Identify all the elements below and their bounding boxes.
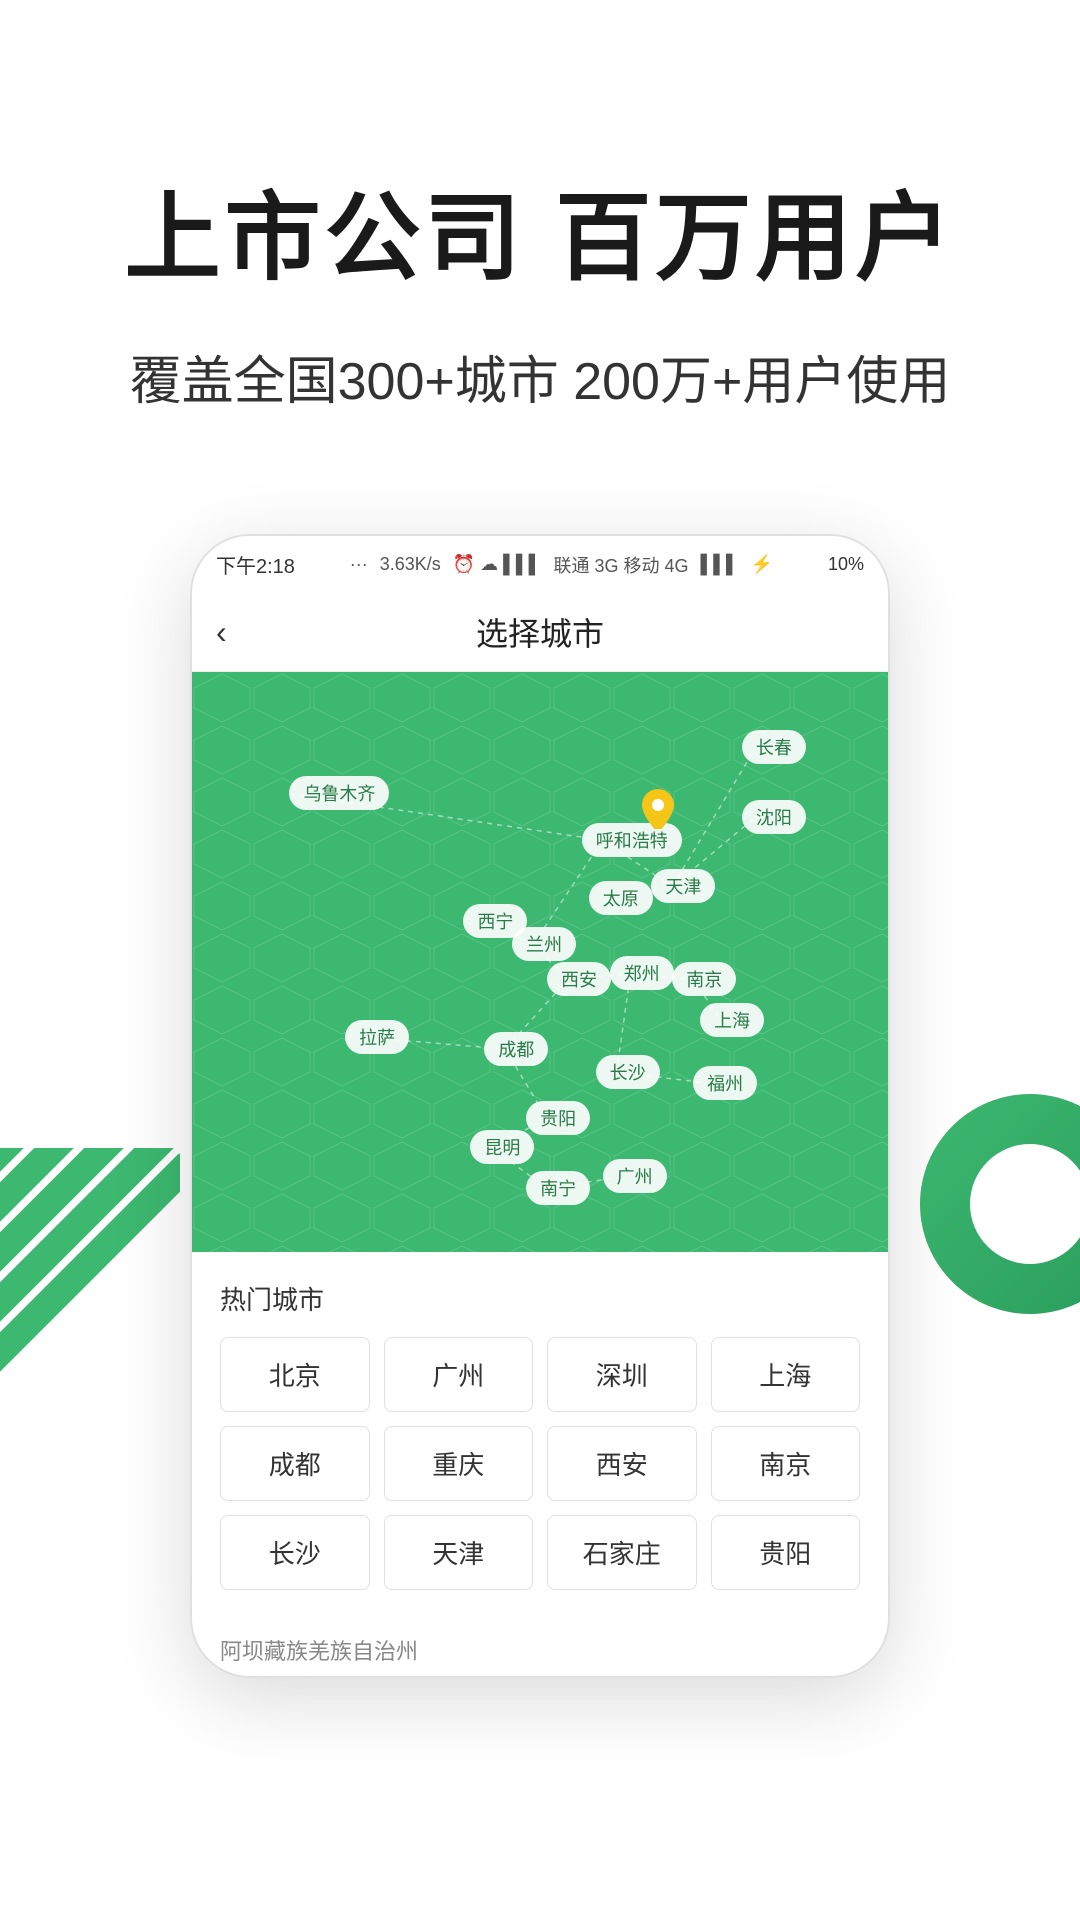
map-city-label[interactable]: 南宁	[526, 1171, 590, 1205]
status-bar: 下午2:18 ··· 3.63K/s ⏰ ☁ ▌▌▌ 联通 3G 移动 4G ▌…	[192, 536, 888, 593]
phone-mockup: 下午2:18 ··· 3.63K/s ⏰ ☁ ▌▌▌ 联通 3G 移动 4G ▌…	[190, 534, 890, 1678]
city-button[interactable]: 深圳	[547, 1337, 697, 1412]
map-city-label[interactable]: 南京	[672, 962, 736, 996]
map-city-label[interactable]: 长春	[742, 730, 806, 764]
city-button[interactable]: 长沙	[220, 1515, 370, 1590]
map-city-label[interactable]: 广州	[603, 1159, 667, 1193]
map-city-label[interactable]: 拉萨	[345, 1020, 409, 1054]
map-cities: 乌鲁木齐长春沈阳呼和浩特天津太原西宁兰州西安郑州南京上海拉萨成都长沙福州贵阳昆明…	[192, 672, 888, 1252]
city-button[interactable]: 天津	[384, 1515, 534, 1590]
map-city-label[interactable]: 兰州	[512, 927, 576, 961]
map-city-label[interactable]: 乌鲁木齐	[289, 776, 389, 810]
popular-section: 热门城市 北京广州深圳上海成都重庆西安南京长沙天津石家庄贵阳	[192, 1252, 888, 1618]
popular-title: 热门城市	[220, 1280, 860, 1317]
map-container[interactable]: 乌鲁木齐长春沈阳呼和浩特天津太原西宁兰州西安郑州南京上海拉萨成都长沙福州贵阳昆明…	[192, 672, 888, 1252]
city-button[interactable]: 重庆	[384, 1426, 534, 1501]
back-icon[interactable]: ‹	[216, 614, 227, 651]
status-carrier: 联通 3G 移动 4G	[553, 552, 688, 578]
map-city-label[interactable]: 昆明	[470, 1130, 534, 1164]
city-button[interactable]: 北京	[220, 1337, 370, 1412]
map-pin	[642, 789, 674, 834]
status-center: ··· 3.63K/s ⏰ ☁ ▌▌▌ 联通 3G 移动 4G ▌▌▌ ⚡	[350, 552, 773, 578]
map-city-label[interactable]: 郑州	[610, 956, 674, 990]
map-city-label[interactable]: 太原	[589, 881, 653, 915]
city-button[interactable]: 广州	[384, 1337, 534, 1412]
nav-bar: ‹ 选择城市	[192, 593, 888, 672]
city-button[interactable]: 贵阳	[711, 1515, 861, 1590]
map-city-label[interactable]: 西安	[547, 962, 611, 996]
map-city-label[interactable]: 长沙	[596, 1055, 660, 1089]
footer-text: 阿坝藏族羌族自治州	[192, 1618, 888, 1676]
city-button[interactable]: 石家庄	[547, 1515, 697, 1590]
map-city-label[interactable]: 成都	[484, 1032, 548, 1066]
status-battery: 10%	[828, 554, 864, 575]
status-speed: 3.63K/s	[380, 554, 441, 575]
city-button[interactable]: 上海	[711, 1337, 861, 1412]
status-4g-bars: ▌▌▌	[700, 554, 738, 575]
map-city-label[interactable]: 天津	[651, 869, 715, 903]
city-grid: 北京广州深圳上海成都重庆西安南京长沙天津石家庄贵阳	[220, 1337, 860, 1590]
deco-stripes	[0, 1148, 180, 1448]
status-bolt: ⚡	[751, 554, 773, 575]
sub-title: 覆盖全国300+城市 200万+用户使用	[80, 339, 1000, 414]
map-city-label[interactable]: 沈阳	[742, 800, 806, 834]
phone-section: 下午2:18 ··· 3.63K/s ⏰ ☁ ▌▌▌ 联通 3G 移动 4G ▌…	[0, 534, 1080, 1678]
city-button[interactable]: 西安	[547, 1426, 697, 1501]
phone-section-wrapper: 下午2:18 ··· 3.63K/s ⏰ ☁ ▌▌▌ 联通 3G 移动 4G ▌…	[0, 534, 1080, 1678]
top-section: 上市公司 百万用户 覆盖全国300+城市 200万+用户使用	[0, 0, 1080, 474]
map-city-label[interactable]: 贵阳	[526, 1101, 590, 1135]
map-city-label[interactable]: 上海	[700, 1003, 764, 1037]
status-dots: ···	[350, 554, 368, 575]
nav-title: 选择城市	[476, 609, 604, 655]
status-time: 下午2:18	[216, 550, 295, 579]
main-title: 上市公司 百万用户	[80, 160, 1000, 299]
city-button[interactable]: 南京	[711, 1426, 861, 1501]
status-icons: ⏰ ☁ ▌▌▌	[453, 554, 542, 575]
city-button[interactable]: 成都	[220, 1426, 370, 1501]
map-city-label[interactable]: 福州	[693, 1066, 757, 1100]
